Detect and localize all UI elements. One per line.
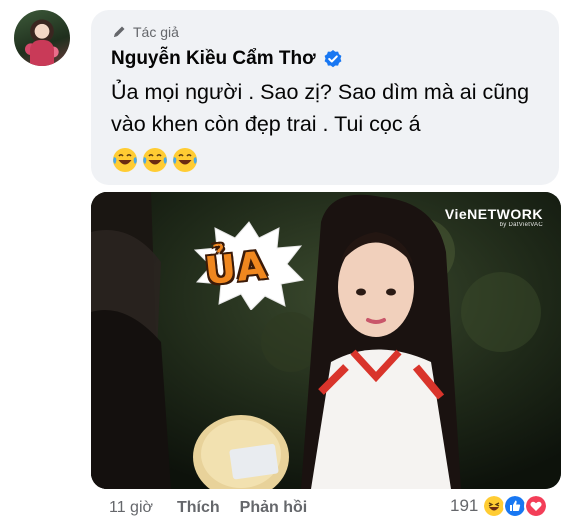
laughing-tears-emoji: [173, 148, 197, 172]
watermark: VieNETWORK by DatVietVAC: [445, 206, 543, 228]
author-name[interactable]: Nguyễn Kiều Cẩm Thơ: [111, 48, 316, 70]
comment-text: Ủa mọi người . Sao zị? Sao dìm mà ai cũn…: [111, 80, 530, 136]
ua-sticker-text: ỦA: [202, 242, 270, 294]
photo-scene: [91, 192, 561, 489]
author-tag: Tác giả: [111, 24, 179, 40]
reaction-count: 191: [450, 496, 479, 515]
comment-actions: 11 giờ Thích Phản hồi: [109, 499, 307, 517]
author-tag-label: Tác giả: [133, 24, 179, 40]
love-icon: [524, 494, 549, 518]
reaction-summary[interactable]: 191: [450, 494, 549, 518]
laughing-tears-emoji: [143, 148, 167, 172]
like-button[interactable]: Thích: [177, 499, 220, 517]
author-name-row: Nguyễn Kiều Cẩm Thơ: [111, 48, 343, 70]
comment-bubble: Tác giả Nguyễn Kiều Cẩm Thơ Ủa mọi người…: [91, 10, 559, 185]
author-avatar[interactable]: [14, 10, 70, 66]
watermark-sub: by DatVietVAC: [499, 222, 543, 228]
comment-image[interactable]: ỦA VieNETWORK by DatVietVAC: [91, 192, 561, 489]
verified-badge-icon: [324, 50, 341, 68]
pen-icon: [114, 26, 125, 37]
reaction-icons: [482, 494, 549, 518]
comment-timestamp[interactable]: 11 giờ: [109, 499, 153, 517]
reply-button[interactable]: Phản hồi: [240, 499, 308, 517]
comment-emojis: [111, 146, 199, 174]
watermark-main: VieNETWORK: [444, 206, 543, 222]
laughing-tears-emoji: [113, 148, 137, 172]
